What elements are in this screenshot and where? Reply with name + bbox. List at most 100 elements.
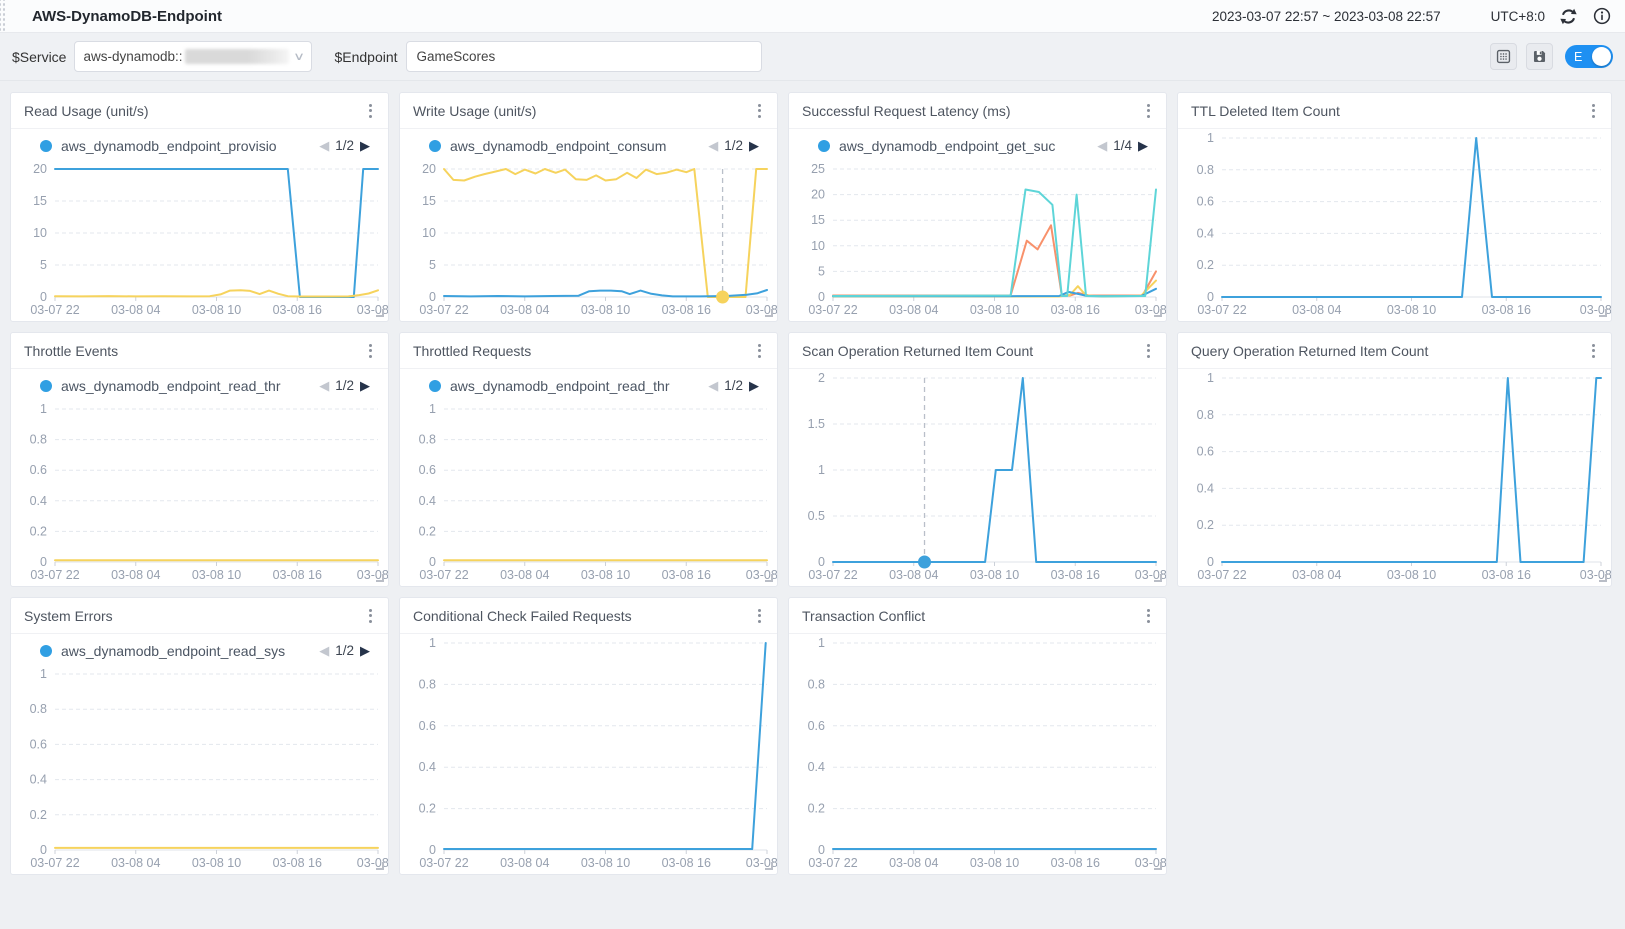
kebab-menu-icon[interactable] xyxy=(366,100,375,122)
svg-text:03-08 10: 03-08 10 xyxy=(192,856,241,870)
kebab-menu-icon[interactable] xyxy=(1589,340,1598,362)
kebab-menu-icon[interactable] xyxy=(755,340,764,362)
info-icon[interactable] xyxy=(1592,7,1611,26)
resize-handle[interactable] xyxy=(1599,574,1607,582)
kebab-menu-icon[interactable] xyxy=(366,605,375,627)
chart-canvas: 10.80.60.40.2003-07 2203-08 0403-08 1003… xyxy=(11,665,388,874)
service-select-value: aws-dynamodb:: xyxy=(83,49,182,64)
prev-page-icon[interactable]: ◀ xyxy=(1091,138,1113,154)
svg-text:1: 1 xyxy=(40,402,47,416)
series-line xyxy=(833,190,1156,297)
kebab-menu-icon[interactable] xyxy=(1589,100,1598,122)
next-page-icon[interactable]: ▶ xyxy=(743,378,765,394)
series-label[interactable]: aws_dynamodb_endpoint_read_thr xyxy=(450,378,702,394)
svg-text:0.8: 0.8 xyxy=(419,433,436,447)
prev-page-icon[interactable]: ◀ xyxy=(702,378,724,394)
svg-text:03-08 04: 03-08 04 xyxy=(111,856,160,870)
svg-text:03-08 10: 03-08 10 xyxy=(970,568,1019,582)
legend: aws_dynamodb_endpoint_read_thr ◀ 1/2 ▶ xyxy=(400,369,777,400)
next-page-icon[interactable]: ▶ xyxy=(354,138,376,154)
legend-page-indicator: 1/2 xyxy=(335,138,354,153)
kebab-menu-icon[interactable] xyxy=(1144,100,1153,122)
refresh-icon[interactable] xyxy=(1559,7,1578,26)
grid-view-icon xyxy=(1495,48,1512,65)
prev-page-icon[interactable]: ◀ xyxy=(313,643,335,659)
svg-text:03-08 04: 03-08 04 xyxy=(111,568,160,582)
resize-handle[interactable] xyxy=(765,862,773,870)
svg-text:20: 20 xyxy=(811,188,825,202)
kebab-menu-icon[interactable] xyxy=(366,340,375,362)
panel-title: Read Usage (unit/s) xyxy=(24,103,149,119)
svg-text:5: 5 xyxy=(40,258,47,272)
chart: 10.80.60.40.2003-07 2203-08 0403-08 1003… xyxy=(400,634,777,874)
series-label[interactable]: aws_dynamodb_endpoint_read_sys xyxy=(61,643,313,659)
panel-title: Throttled Requests xyxy=(413,343,531,359)
kebab-menu-icon[interactable] xyxy=(755,100,764,122)
svg-text:15: 15 xyxy=(422,194,436,208)
kebab-menu-icon[interactable] xyxy=(1144,340,1153,362)
chart-panel: Successful Request Latency (ms) aws_dyna… xyxy=(788,92,1167,322)
drag-handle-icon[interactable] xyxy=(0,0,6,32)
svg-text:03-07 22: 03-07 22 xyxy=(30,303,79,317)
series-dot-icon xyxy=(40,645,52,657)
panel-title: Transaction Conflict xyxy=(802,608,925,624)
next-page-icon[interactable]: ▶ xyxy=(1132,138,1154,154)
chart: 10.80.60.40.2003-07 2203-08 0403-08 1003… xyxy=(789,634,1166,874)
svg-text:20: 20 xyxy=(33,162,47,176)
series-label[interactable]: aws_dynamodb_endpoint_consum xyxy=(450,138,702,154)
resize-handle[interactable] xyxy=(1154,574,1162,582)
next-page-icon[interactable]: ▶ xyxy=(354,378,376,394)
series-label[interactable]: aws_dynamodb_endpoint_provisio xyxy=(61,138,313,154)
next-page-icon[interactable]: ▶ xyxy=(743,138,765,154)
panel-header: Successful Request Latency (ms) xyxy=(789,93,1166,129)
resize-handle[interactable] xyxy=(376,862,384,870)
panel-title: System Errors xyxy=(24,608,113,624)
chart-canvas: 10.80.60.40.2003-07 2203-08 0403-08 1003… xyxy=(1178,369,1611,586)
kebab-menu-icon[interactable] xyxy=(755,605,764,627)
svg-text:03-08 16: 03-08 16 xyxy=(1482,568,1531,582)
panel-header: Transaction Conflict xyxy=(789,598,1166,634)
prev-page-icon[interactable]: ◀ xyxy=(313,378,335,394)
svg-text:0.6: 0.6 xyxy=(30,737,47,751)
save-button[interactable] xyxy=(1526,43,1553,70)
resize-handle[interactable] xyxy=(765,574,773,582)
prev-page-icon[interactable]: ◀ xyxy=(702,138,724,154)
chart-panel: Transaction Conflict 10.80.60.40.2003-07… xyxy=(788,597,1167,875)
series-label[interactable]: aws_dynamodb_endpoint_read_thr xyxy=(61,378,313,394)
edit-mode-toggle[interactable]: E xyxy=(1565,45,1613,68)
resize-handle[interactable] xyxy=(1154,309,1162,317)
resize-handle[interactable] xyxy=(765,309,773,317)
resize-handle[interactable] xyxy=(376,309,384,317)
svg-text:1: 1 xyxy=(818,463,825,477)
chart-panel: System Errors aws_dynamodb_endpoint_read… xyxy=(10,597,389,875)
chart-panel: Conditional Check Failed Requests 10.80.… xyxy=(399,597,778,875)
time-range[interactable]: 2023-03-07 22:57 ~ 2023-03-08 22:57 xyxy=(1212,9,1441,24)
endpoint-input[interactable] xyxy=(406,41,762,72)
chart-canvas: 252015105003-07 2203-08 0403-08 1003-08 … xyxy=(789,160,1166,321)
panel-header: Read Usage (unit/s) xyxy=(11,93,388,129)
grid-view-button[interactable] xyxy=(1490,43,1517,70)
svg-text:03-08 04: 03-08 04 xyxy=(500,568,549,582)
legend: aws_dynamodb_endpoint_read_thr ◀ 1/2 ▶ xyxy=(11,369,388,400)
kebab-menu-icon[interactable] xyxy=(1144,605,1153,627)
prev-page-icon[interactable]: ◀ xyxy=(313,138,335,154)
resize-handle[interactable] xyxy=(376,574,384,582)
legend-page-indicator: 1/2 xyxy=(724,138,743,153)
chevron-down-icon: ∨ xyxy=(293,50,305,63)
svg-text:10: 10 xyxy=(33,226,47,240)
resize-handle[interactable] xyxy=(1154,862,1162,870)
svg-text:0.6: 0.6 xyxy=(808,719,825,733)
series-line xyxy=(1222,138,1601,297)
service-select[interactable]: aws-dynamodb:: ∨ xyxy=(74,41,312,72)
svg-text:03-08 10: 03-08 10 xyxy=(1387,303,1436,317)
timezone[interactable]: UTC+8:0 xyxy=(1491,9,1545,24)
chart: 10.80.60.40.2003-07 2203-08 0403-08 1003… xyxy=(1178,129,1611,321)
resize-handle[interactable] xyxy=(1599,309,1607,317)
app-header: AWS-DynamoDB-Endpoint 2023-03-07 22:57 ~… xyxy=(0,0,1625,33)
svg-text:1: 1 xyxy=(429,402,436,416)
filter-bar-actions: E xyxy=(1490,43,1613,70)
next-page-icon[interactable]: ▶ xyxy=(354,643,376,659)
svg-text:03-08 04: 03-08 04 xyxy=(500,303,549,317)
series-label[interactable]: aws_dynamodb_endpoint_get_suc xyxy=(839,138,1091,154)
svg-text:03-08 10: 03-08 10 xyxy=(581,856,630,870)
